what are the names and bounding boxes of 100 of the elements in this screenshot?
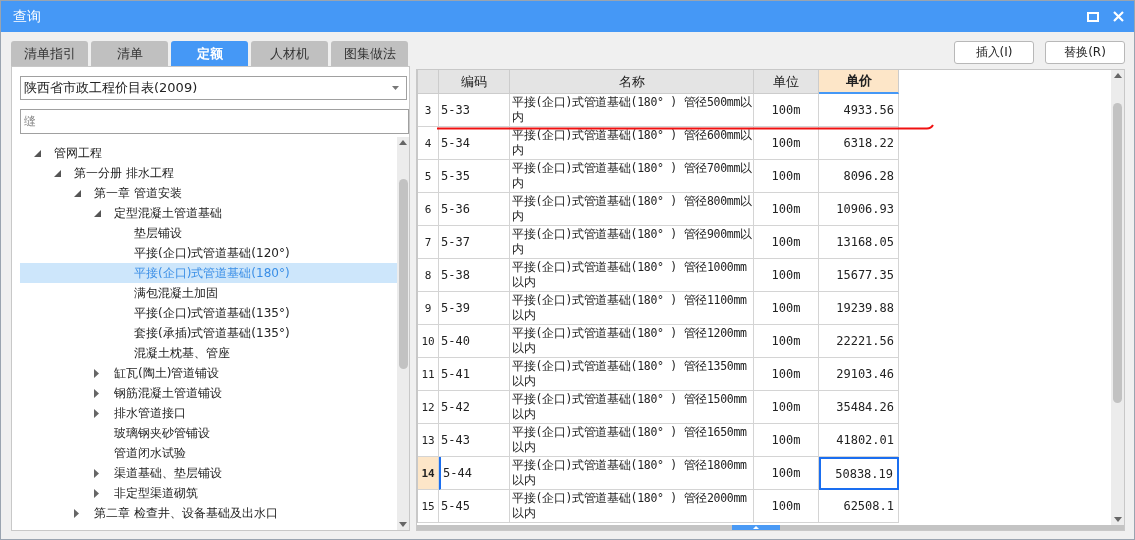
tree-item[interactable]: 排水管道接口 — [20, 403, 397, 423]
table-cell: 35484.26 — [819, 391, 899, 424]
table-cell: 22221.56 — [819, 325, 899, 358]
tab[interactable]: 人材机 — [251, 41, 328, 66]
table-cell: 100m — [754, 259, 819, 292]
table-cell: 平接(企口)式管道基础(180° ) 管径1000mm以内 — [510, 259, 754, 292]
tab[interactable]: 清单指引 — [11, 41, 88, 66]
expanded-arrow-icon[interactable] — [74, 189, 81, 197]
row-number: 7 — [418, 226, 439, 259]
scroll-up-icon[interactable] — [1113, 73, 1122, 78]
table-cell: 5-40 — [439, 325, 510, 358]
replace-button[interactable]: 替换(R) — [1045, 41, 1125, 64]
tab[interactable]: 图集做法 — [331, 41, 408, 66]
table-cell: 100m — [754, 325, 819, 358]
tree-item[interactable]: 第一章 管道安装 — [20, 183, 397, 203]
expanded-arrow-icon[interactable] — [34, 149, 41, 157]
scroll-down-icon[interactable] — [399, 522, 407, 527]
library-dropdown[interactable]: 陕西省市政工程价目表(2009) — [20, 76, 407, 100]
table-cell: 平接(企口)式管道基础(180° ) 管径2000mm以内 — [510, 490, 754, 523]
scroll-up-icon[interactable] — [399, 140, 407, 145]
column-header[interactable]: 单价 — [819, 70, 899, 94]
table-cell: 平接(企口)式管道基础(180° ) 管径1350mm以内 — [510, 358, 754, 391]
table-cell: 13168.05 — [819, 226, 899, 259]
tree-item[interactable]: 平接(企口)式管道基础(135°) — [20, 303, 397, 323]
tree-item[interactable]: 管网工程 — [20, 143, 397, 163]
table-cell: 15677.35 — [819, 259, 899, 292]
insert-button[interactable]: 插入(I) — [954, 41, 1034, 64]
tree-item[interactable]: 平接(企口)式管道基础(120°) — [20, 243, 397, 263]
table-cell: 5-34 — [439, 127, 510, 160]
table-cell: 5-37 — [439, 226, 510, 259]
row-number: 15 — [418, 490, 439, 523]
table-cell: 5-39 — [439, 292, 510, 325]
table-cell: 平接(企口)式管道基础(180° ) 管径600mm以内 — [510, 127, 754, 160]
dropdown-caret-icon — [392, 86, 399, 90]
table-cell: 100m — [754, 391, 819, 424]
tree-item[interactable]: 满包混凝土加固 — [20, 283, 397, 303]
table-cell: 平接(企口)式管道基础(180° ) 管径800mm以内 — [510, 193, 754, 226]
tree-item[interactable]: 定型混凝土管道基础 — [20, 203, 397, 223]
collapsed-arrow-icon[interactable] — [74, 508, 79, 518]
table-cell: 5-38 — [439, 259, 510, 292]
tree-item[interactable]: 玻璃钢夹砂管铺设 — [20, 423, 397, 443]
column-header[interactable]: 名称 — [510, 70, 754, 94]
row-number: 12 — [418, 391, 439, 424]
column-header[interactable]: 单位 — [754, 70, 819, 94]
row-number: 5 — [418, 160, 439, 193]
tree-item[interactable]: 缸瓦(陶土)管道铺设 — [20, 363, 397, 383]
table-cell: 62508.1 — [819, 490, 899, 523]
table-cell: 平接(企口)式管道基础(180° ) 管径1650mm以内 — [510, 424, 754, 457]
table-cell: 平接(企口)式管道基础(180° ) 管径700mm以内 — [510, 160, 754, 193]
close-icon[interactable] — [1113, 11, 1124, 22]
row-number: 14 — [418, 457, 439, 490]
scrollbar[interactable] — [1111, 70, 1124, 525]
tree-item[interactable]: 套接(承插)式管道基础(135°) — [20, 323, 397, 343]
row-number: 10 — [418, 325, 439, 358]
row-number: 8 — [418, 259, 439, 292]
tree-item[interactable]: 管道闭水试验 — [20, 443, 397, 463]
table-cell: 5-33 — [439, 94, 510, 127]
tree-item[interactable]: 非定型渠道砌筑 — [20, 483, 397, 503]
table-cell: 10906.93 — [819, 193, 899, 226]
table-cell: 平接(企口)式管道基础(180° ) 管径500mm以内 — [510, 94, 754, 127]
table-cell: 6318.22 — [819, 127, 899, 160]
tab[interactable]: 清单 — [91, 41, 168, 66]
table-cell: 100m — [754, 226, 819, 259]
table-cell: 100m — [754, 358, 819, 391]
window-title: 查询 — [13, 7, 41, 26]
table-cell: 5-44 — [439, 457, 510, 490]
row-number: 6 — [418, 193, 439, 226]
table-cell: 100m — [754, 160, 819, 193]
table-cell: 29103.46 — [819, 358, 899, 391]
tree-item[interactable]: 第二章 检查井、设备基础及出水口 — [20, 503, 397, 523]
table-cell: 5-42 — [439, 391, 510, 424]
table-cell: 100m — [754, 490, 819, 523]
table-cell: 平接(企口)式管道基础(180° ) 管径1800mm以内 — [510, 457, 754, 490]
expanded-arrow-icon[interactable] — [54, 169, 61, 177]
table-cell: 4933.56 — [819, 94, 899, 127]
tree-item[interactable]: 钢筋混凝土管道铺设 — [20, 383, 397, 403]
column-header[interactable]: 编码 — [439, 70, 510, 94]
table-cell: 平接(企口)式管道基础(180° ) 管径900mm以内 — [510, 226, 754, 259]
table-cell: 100m — [754, 292, 819, 325]
tree-item[interactable]: 垫层铺设 — [20, 223, 397, 243]
table-cell: 50838.19 — [819, 457, 899, 490]
tree-item[interactable]: 混凝土枕基、管座 — [20, 343, 397, 363]
scroll-down-icon[interactable] — [1113, 517, 1122, 522]
table-cell: 5-45 — [439, 490, 510, 523]
table-cell: 平接(企口)式管道基础(180° ) 管径1500mm以内 — [510, 391, 754, 424]
row-number: 4 — [418, 127, 439, 160]
scrollbar[interactable] — [397, 137, 409, 530]
table-cell: 100m — [754, 424, 819, 457]
table-cell: 5-41 — [439, 358, 510, 391]
expanded-arrow-icon[interactable] — [94, 209, 101, 217]
tree-item[interactable]: 第一分册 排水工程 — [20, 163, 397, 183]
splitter-handle-icon[interactable] — [731, 525, 780, 530]
table-cell: 100m — [754, 193, 819, 226]
row-number: 13 — [418, 424, 439, 457]
maximize-icon[interactable] — [1087, 11, 1099, 22]
table-cell: 100m — [754, 457, 819, 490]
tree-item[interactable]: 渠道基础、垫层铺设 — [20, 463, 397, 483]
search-field[interactable]: 缝 — [20, 109, 409, 134]
table-cell: 平接(企口)式管道基础(180° ) 管径1200mm以内 — [510, 325, 754, 358]
table-cell: 5-36 — [439, 193, 510, 226]
